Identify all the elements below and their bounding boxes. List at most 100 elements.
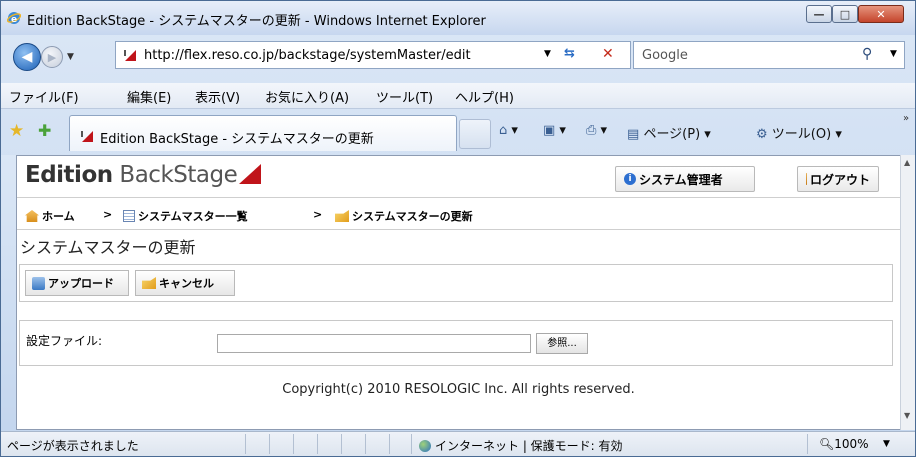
menu-tools[interactable]: ツール(T) (376, 87, 433, 106)
address-bar[interactable]: http://flex.reso.co.jp/backstage/systemM… (115, 41, 631, 69)
breadcrumb: ホーム > システムマスター一覧 > システムマスターの更新 (17, 198, 900, 230)
site-favicon-icon (123, 48, 137, 62)
close-button[interactable]: ✕ (858, 5, 904, 23)
title-bar: e Edition BackStage - システムマスターの更新 - Wind… (1, 1, 915, 35)
menu-favorites[interactable]: お気に入り(A) (265, 87, 349, 106)
breadcrumb-separator: > (103, 208, 113, 221)
security-zone[interactable]: インターネット | 保護モード: 有効 (419, 437, 623, 454)
globe-icon (419, 440, 431, 452)
copyright-text: Copyright(c) 2010 RESOLOGIC Inc. All rig… (282, 382, 635, 397)
status-bar: ページが表示されました インターネット | 保護モード: 有効 🔍︎100% ▼ (1, 431, 915, 456)
gear-icon: ⚙ (756, 127, 768, 142)
left-gutter (1, 155, 16, 430)
minimize-icon: — (813, 7, 825, 21)
ie-logo-icon: e (7, 12, 21, 25)
status-divider (411, 434, 412, 454)
upload-icon (32, 276, 45, 290)
window-title: Edition BackStage - システムマスターの更新 - Window… (27, 14, 486, 29)
edit-icon (335, 210, 349, 222)
logout-button[interactable]: ログアウト (797, 166, 879, 192)
status-divider (317, 434, 318, 454)
menu-edit[interactable]: 編集(E) (127, 87, 171, 106)
breadcrumb-system-master-list[interactable]: システムマスター一覧 (123, 208, 248, 224)
page-command-button[interactable]: ▤ ページ(P) ▾ (627, 123, 711, 142)
url-field[interactable]: http://flex.reso.co.jp/backstage/systemM… (144, 48, 471, 63)
file-label: 設定ファイル: (26, 334, 103, 348)
status-divider (293, 434, 294, 454)
close-icon: ✕ (876, 7, 886, 21)
page-title: システムマスターの更新 (20, 238, 196, 257)
search-icon[interactable]: ⚲ (862, 46, 872, 62)
tab-active[interactable]: Edition BackStage - システムマスターの更新 (69, 115, 457, 151)
scroll-up-icon[interactable]: ▲ (904, 158, 910, 167)
breadcrumb-home[interactable]: ホーム (25, 208, 75, 224)
back-button[interactable]: ◀ (13, 43, 41, 71)
status-divider (269, 434, 270, 454)
page-viewport: Edition BackStage i システム管理者 ログアウト ホーム > … (16, 155, 901, 430)
page-command-label: ページ(P) (643, 127, 701, 142)
refresh-icon[interactable]: ⇆ (564, 46, 575, 61)
tools-command-button[interactable]: ⚙ ツール(O) ▾ (756, 123, 842, 142)
zoom-level[interactable]: 🔍︎100% (819, 437, 869, 451)
add-favorites-icon[interactable]: ✚ (38, 121, 51, 140)
status-divider (389, 434, 390, 454)
logout-label: ログアウト (809, 172, 870, 187)
menu-bar: ファイル(F) 編集(E) 表示(V) お気に入り(A) ツール(T) ヘルプ(… (1, 83, 915, 109)
info-icon: i (624, 173, 636, 185)
back-arrow-icon: ◀ (21, 49, 33, 65)
system-admin-button[interactable]: i システム管理者 (615, 166, 755, 192)
system-admin-label: システム管理者 (639, 172, 723, 187)
forward-arrow-icon: ▶ (47, 50, 57, 64)
page-icon: ▤ (627, 127, 640, 142)
stop-icon[interactable]: ✕ (602, 46, 614, 62)
menu-view[interactable]: 表示(V) (195, 87, 240, 106)
vertical-scrollbar[interactable]: ▲ ▼ (900, 155, 915, 430)
cancel-icon (142, 277, 156, 289)
browser-window: e Edition BackStage - システムマスターの更新 - Wind… (0, 0, 916, 457)
cancel-label: キャンセル (159, 277, 214, 290)
scroll-down-icon[interactable]: ▼ (904, 411, 910, 420)
breadcrumb-current: システムマスターの更新 (335, 208, 473, 224)
browse-button[interactable]: 参照... (536, 333, 588, 354)
new-tab-button[interactable] (459, 119, 491, 149)
app-header: Edition BackStage i システム管理者 ログアウト (17, 156, 900, 198)
zoom-dropdown-icon[interactable]: ▼ (883, 439, 890, 449)
menu-file[interactable]: ファイル(F) (9, 87, 79, 106)
file-path-input[interactable] (217, 334, 531, 353)
favorites-star-icon[interactable]: ★ (9, 121, 24, 141)
home-icon (25, 210, 39, 222)
search-input[interactable]: Google (642, 48, 688, 63)
breadcrumb-separator: > (313, 208, 323, 221)
address-dropdown-icon[interactable]: ▼ (544, 49, 551, 59)
maximize-icon: □ (839, 7, 851, 21)
print-command-icon[interactable]: ⎙ ▾ (586, 123, 607, 138)
edition-backstage-logo: Edition BackStage (25, 162, 262, 188)
tab-favicon-icon (81, 131, 93, 142)
logo-triangle-icon (239, 164, 262, 184)
feeds-command-icon[interactable]: ▣ ▾ (543, 123, 566, 138)
recent-pages-dropdown-icon[interactable]: ▼ (67, 52, 74, 62)
zoom-icon: 🔍︎ (819, 437, 835, 451)
tab-row: ★ ✚ Edition BackStage - システムマスターの更新 ⌂ ▾ … (1, 111, 915, 153)
minimize-button[interactable]: — (806, 5, 832, 23)
status-divider (245, 434, 246, 454)
home-command-icon[interactable]: ⌂ ▾ (499, 123, 518, 138)
status-divider (365, 434, 366, 454)
forward-button[interactable]: ▶ (41, 46, 63, 68)
cancel-button[interactable]: キャンセル (135, 270, 235, 296)
search-options-icon[interactable]: ▼ (890, 49, 897, 59)
tab-label: Edition BackStage - システムマスターの更新 (100, 132, 374, 147)
upload-form: 設定ファイル: 参照... (19, 320, 893, 366)
list-icon (123, 210, 135, 222)
svg-text:e: e (11, 15, 17, 25)
status-divider (807, 434, 808, 454)
maximize-button[interactable]: □ (832, 5, 858, 23)
menu-help[interactable]: ヘルプ(H) (455, 87, 514, 106)
tools-command-label: ツール(O) (771, 127, 832, 142)
status-divider (341, 434, 342, 454)
status-message: ページが表示されました (7, 439, 139, 453)
upload-button[interactable]: アップロード (25, 270, 129, 296)
address-row: ◀ ▶ ▼ http://flex.reso.co.jp/backstage/s… (1, 35, 915, 75)
more-commands-icon[interactable]: » (903, 113, 909, 124)
search-box[interactable]: Google ⚲ ▼ (633, 41, 905, 69)
